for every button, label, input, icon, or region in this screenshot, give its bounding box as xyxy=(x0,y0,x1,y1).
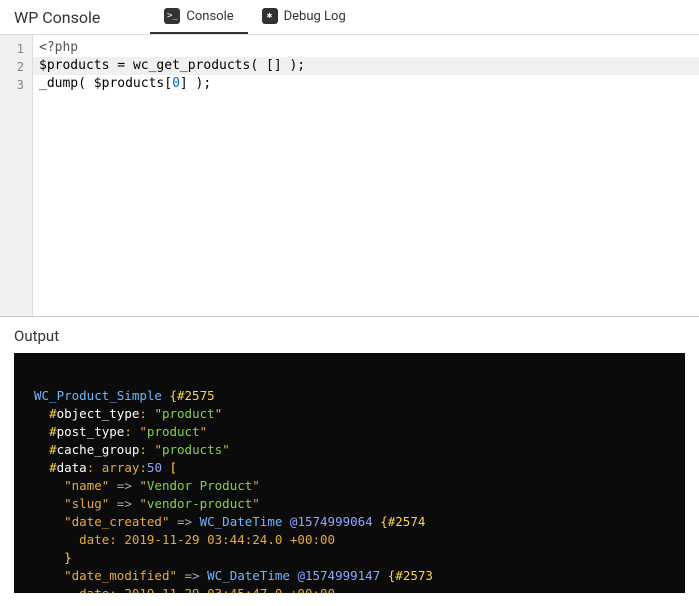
date-value: 2019-11-29 03:44:24.0 +00:00 xyxy=(124,532,335,547)
colon: : xyxy=(124,424,139,439)
function-call: wc_get_products xyxy=(133,58,250,73)
dump-class: WC_Product_Simple xyxy=(34,388,162,403)
string: product xyxy=(147,424,200,439)
quote: " xyxy=(200,424,208,439)
timestamp: @1574999064 xyxy=(282,514,380,529)
hash: # xyxy=(49,406,57,421)
value: vendor-product xyxy=(147,496,252,511)
colon: : xyxy=(87,460,102,475)
quote: " xyxy=(222,442,230,457)
bracket: ] ); xyxy=(180,76,211,91)
array-kw: array: xyxy=(102,460,147,475)
timestamp: @1574999147 xyxy=(290,568,388,583)
tab-debug-log[interactable]: ✱ Debug Log xyxy=(248,0,360,34)
code-line[interactable]: <?php xyxy=(33,39,699,57)
output-panel[interactable]: WC_Product_Simple {#2575 #object_type: "… xyxy=(14,353,685,593)
prop: cache_group xyxy=(57,442,140,457)
dump-id: {#2575 xyxy=(169,388,214,403)
colon: : xyxy=(109,532,124,547)
code-line[interactable]: $products = wc_get_products( [] ); xyxy=(33,57,699,75)
bracket: [ xyxy=(164,76,172,91)
string: products xyxy=(162,442,222,457)
debug-icon: ✱ xyxy=(262,8,278,24)
quote: " xyxy=(139,424,147,439)
line-number: 2 xyxy=(0,57,32,75)
line-number: 3 xyxy=(0,75,32,93)
tab-console[interactable]: >_ Console xyxy=(150,0,247,34)
tab-console-label: Console xyxy=(186,9,233,24)
value: Vendor Product xyxy=(147,478,252,493)
prop: post_type xyxy=(57,424,125,439)
function-call: _dump xyxy=(39,76,78,91)
colon: : xyxy=(109,586,124,593)
date-label: date xyxy=(79,586,109,593)
date-value: 2019-11-29 03:45:47.0 +00:00 xyxy=(124,586,335,593)
prop: data xyxy=(57,460,87,475)
output-title: Output xyxy=(0,317,699,353)
quote: " xyxy=(154,442,162,457)
tab-debug-label: Debug Log xyxy=(284,9,346,24)
prop: object_type xyxy=(57,406,140,421)
quote: " xyxy=(154,406,162,421)
class: WC_DateTime xyxy=(207,568,290,583)
key: date_modified xyxy=(72,568,170,583)
key: slug xyxy=(72,496,102,511)
line-number: 1 xyxy=(0,39,32,57)
arrow: => xyxy=(169,514,199,529)
colon: : xyxy=(139,406,154,421)
obj-id: {#2574 xyxy=(380,514,425,529)
variable: $products xyxy=(94,76,164,91)
arrow: => xyxy=(109,496,139,511)
app-title: WP Console xyxy=(14,8,100,27)
quote: " xyxy=(215,406,223,421)
arrow: => xyxy=(177,568,207,583)
open-bracket: [ xyxy=(162,460,177,475)
variable: $products xyxy=(39,58,109,73)
code-area[interactable]: <?php $products = wc_get_products( [] );… xyxy=(33,35,699,316)
arrow: => xyxy=(109,478,139,493)
code-editor[interactable]: 1 2 3 <?php $products = wc_get_products(… xyxy=(0,35,699,317)
close-brace: } xyxy=(64,550,72,565)
colon: : xyxy=(139,442,154,457)
php-open-tag: <?php xyxy=(39,40,78,55)
class: WC_DateTime xyxy=(200,514,283,529)
paren: ( xyxy=(78,76,94,91)
parens: ( [] ); xyxy=(250,58,305,73)
obj-id: {#2573 xyxy=(388,568,433,583)
array-count: 50 xyxy=(147,460,162,475)
hash: # xyxy=(49,442,57,457)
topbar: WP Console >_ Console ✱ Debug Log xyxy=(0,0,699,35)
key: name xyxy=(72,478,102,493)
date-label: date xyxy=(79,532,109,547)
operator: = xyxy=(109,58,132,73)
tabs: >_ Console ✱ Debug Log xyxy=(150,0,359,34)
code-line[interactable]: _dump( $products[0] ); xyxy=(33,75,699,93)
hash: # xyxy=(49,460,57,475)
number: 0 xyxy=(172,76,180,91)
key: date_created xyxy=(72,514,162,529)
string: product xyxy=(162,406,215,421)
line-gutter: 1 2 3 xyxy=(0,35,33,316)
console-icon: >_ xyxy=(164,8,180,24)
hash: # xyxy=(49,424,57,439)
